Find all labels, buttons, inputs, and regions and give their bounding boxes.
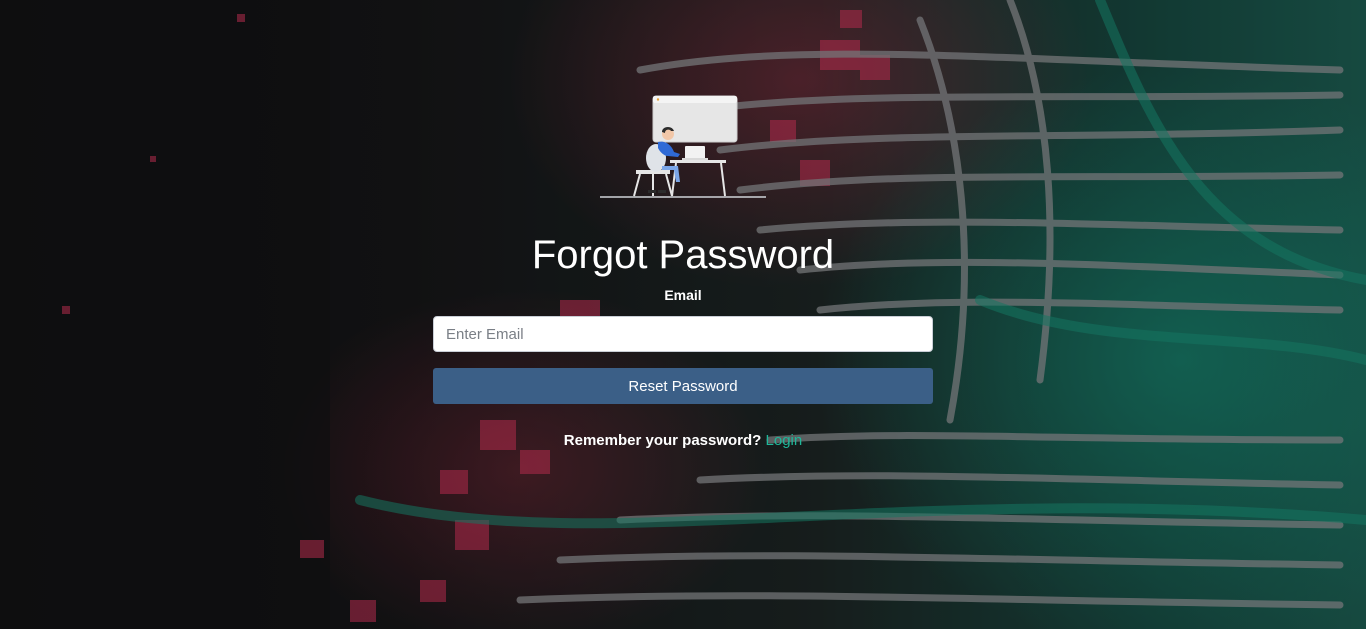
email-field[interactable] bbox=[433, 316, 933, 352]
person-at-desk-illustration bbox=[600, 95, 766, 198]
login-link[interactable]: Login bbox=[766, 432, 803, 449]
remember-password-text: Remember your password? bbox=[563, 432, 762, 449]
email-label: Email bbox=[664, 287, 702, 303]
forgot-password-form: Forgot Password Email Reset Password Rem… bbox=[433, 90, 933, 449]
reset-password-button[interactable]: Reset Password bbox=[433, 368, 933, 404]
page-title: Forgot Password bbox=[531, 233, 835, 277]
remember-password-row: Remember your password? Login bbox=[433, 432, 933, 449]
